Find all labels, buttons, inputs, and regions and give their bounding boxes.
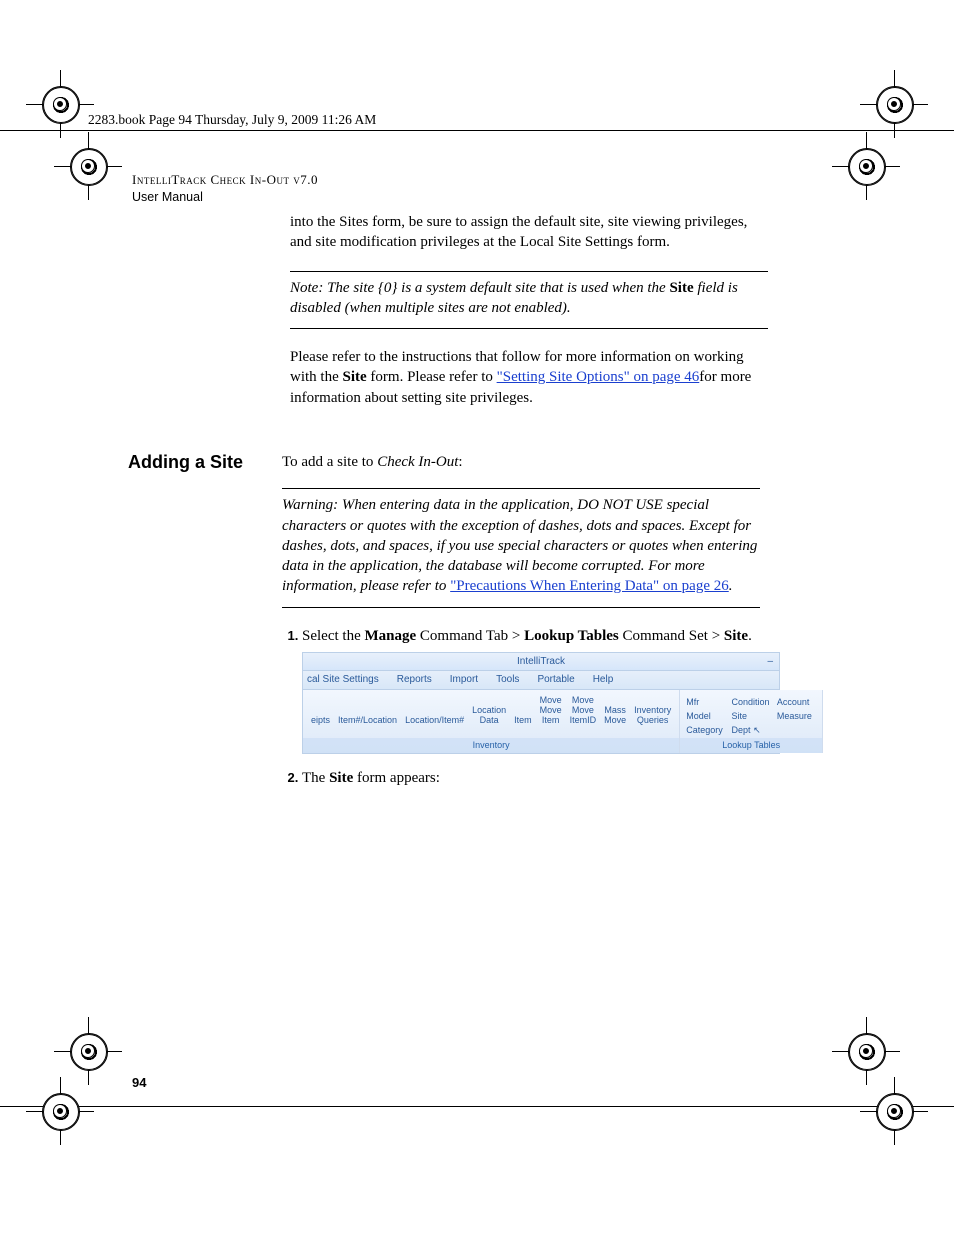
registration-mark-icon: [32, 1083, 88, 1139]
registration-mark-icon: [60, 1023, 116, 1079]
ribbon-buttons: eipts Item#/Location Location/Item# Loca…: [303, 690, 679, 728]
registration-mark-icon: [60, 138, 116, 194]
registration-mark-icon: [32, 76, 88, 132]
ribbon-button[interactable]: Mass Move: [604, 706, 626, 726]
menu-item[interactable]: Reports: [397, 673, 432, 687]
refer-bold: Site: [343, 369, 367, 385]
ribbon-group-lookup: Mfr Condition Account Model Site Measure…: [680, 690, 823, 754]
step-2: The Site form appears:: [302, 768, 760, 788]
ribbon-button[interactable]: Inventory Queries: [634, 706, 671, 726]
crop-rule-bottom: [0, 1106, 954, 1107]
lookup-dept-label: Dept: [732, 725, 751, 735]
crop-rule-top: [0, 130, 954, 131]
lead-colon: :: [458, 454, 462, 470]
s1-text2: Command Tab >: [416, 628, 524, 644]
window-titlebar: IntelliTrack –: [302, 652, 780, 671]
ribbon-screenshot: IntelliTrack – cal Site Settings Reports…: [302, 652, 780, 755]
section-body: To add a site to Check In-Out: Warning: …: [282, 452, 760, 801]
manual-page: 2283.book Page 94 Thursday, July 9, 2009…: [0, 0, 954, 1235]
s1-period: .: [748, 628, 752, 644]
ribbon-button[interactable]: Move Move ItemID: [570, 696, 597, 726]
step-1: Select the Manage Command Tab > Lookup T…: [302, 626, 760, 755]
s1-text: Select the: [302, 628, 364, 644]
registration-mark-icon: [866, 1083, 922, 1139]
minimize-icon: –: [767, 655, 773, 669]
section-row: Adding a Site To add a site to Check In-…: [128, 452, 768, 801]
lookup-item-site[interactable]: Site: [732, 710, 771, 722]
note-text: Note: The site {0} is a system default s…: [290, 280, 669, 296]
refer-text2: form. Please refer to: [367, 369, 497, 385]
ribbon-group-inventory: eipts Item#/Location Location/Item# Loca…: [303, 690, 680, 754]
registration-mark-icon: [838, 138, 894, 194]
lookup-item-empty: [777, 724, 816, 736]
section-lead: To add a site to Check In-Out:: [282, 452, 760, 472]
ribbon-group-label: Inventory: [303, 738, 679, 753]
ribbon-button[interactable]: Location Data: [472, 706, 506, 726]
warning-suffix: .: [729, 578, 733, 594]
s1-lookup: Lookup Tables: [524, 628, 619, 644]
book-subtitle: User Manual: [132, 189, 318, 205]
page-number: 94: [132, 1075, 146, 1090]
refer-paragraph: Please refer to the instructions that fo…: [290, 347, 768, 408]
book-header-line: 2283.book Page 94 Thursday, July 9, 2009…: [88, 112, 376, 128]
menu-item[interactable]: cal Site Settings: [307, 673, 379, 687]
warning-block: Warning: When entering data in the appli…: [282, 488, 760, 607]
steps-list: Select the Manage Command Tab > Lookup T…: [282, 626, 760, 789]
ribbon-button[interactable]: eipts: [311, 716, 330, 726]
lookup-grid: Mfr Condition Account Model Site Measure…: [680, 690, 822, 738]
menubar: cal Site Settings Reports Import Tools P…: [302, 670, 780, 690]
book-title: IntelliTrack Check In-Out v7.0: [132, 172, 318, 189]
registration-mark-icon: [838, 1023, 894, 1079]
note-bold: Site: [669, 280, 693, 296]
lookup-item[interactable]: Category: [686, 724, 725, 736]
setting-site-options-link[interactable]: "Setting Site Options" on page 46: [497, 369, 700, 385]
ribbon-group-label: Lookup Tables: [680, 738, 822, 753]
menu-item[interactable]: Import: [450, 673, 478, 687]
lead-text: To add a site to: [282, 454, 377, 470]
section-heading: Adding a Site: [128, 452, 278, 473]
book-title-block: IntelliTrack Check In-Out v7.0 User Manu…: [132, 172, 318, 205]
precautions-link[interactable]: "Precautions When Entering Data" on page…: [450, 578, 729, 594]
menu-item[interactable]: Tools: [496, 673, 519, 687]
ribbon-button[interactable]: Item#/Location: [338, 716, 397, 726]
menu-item[interactable]: Portable: [537, 673, 574, 687]
lookup-item[interactable]: Condition: [732, 696, 771, 708]
ribbon-button[interactable]: Location/Item#: [405, 716, 464, 726]
ribbon-button[interactable]: Move Move Item: [540, 696, 562, 726]
s2-text: The: [302, 770, 329, 786]
lookup-item[interactable]: Dept ↖: [732, 724, 771, 736]
body-column: into the Sites form, be sure to assign t…: [290, 212, 768, 426]
registration-mark-icon: [866, 76, 922, 132]
menu-item[interactable]: Help: [593, 673, 614, 687]
lead-product: Check In-Out: [377, 454, 458, 470]
s2-text2: form appears:: [353, 770, 440, 786]
s1-site: Site: [724, 628, 748, 644]
lookup-item[interactable]: Measure: [777, 710, 816, 722]
note-block: Note: The site {0} is a system default s…: [290, 271, 768, 330]
s1-manage: Manage: [364, 628, 416, 644]
window-title: IntelliTrack: [517, 656, 565, 667]
s1-text3: Command Set >: [619, 628, 724, 644]
s2-site: Site: [329, 770, 353, 786]
cursor-icon: ↖: [753, 724, 761, 736]
ribbon-button[interactable]: Item: [514, 716, 532, 726]
lookup-item[interactable]: Mfr: [686, 696, 725, 708]
lookup-item[interactable]: Model: [686, 710, 725, 722]
intro-paragraph: into the Sites form, be sure to assign t…: [290, 212, 768, 253]
lookup-item[interactable]: Account: [777, 696, 816, 708]
ribbon: eipts Item#/Location Location/Item# Loca…: [302, 690, 780, 755]
